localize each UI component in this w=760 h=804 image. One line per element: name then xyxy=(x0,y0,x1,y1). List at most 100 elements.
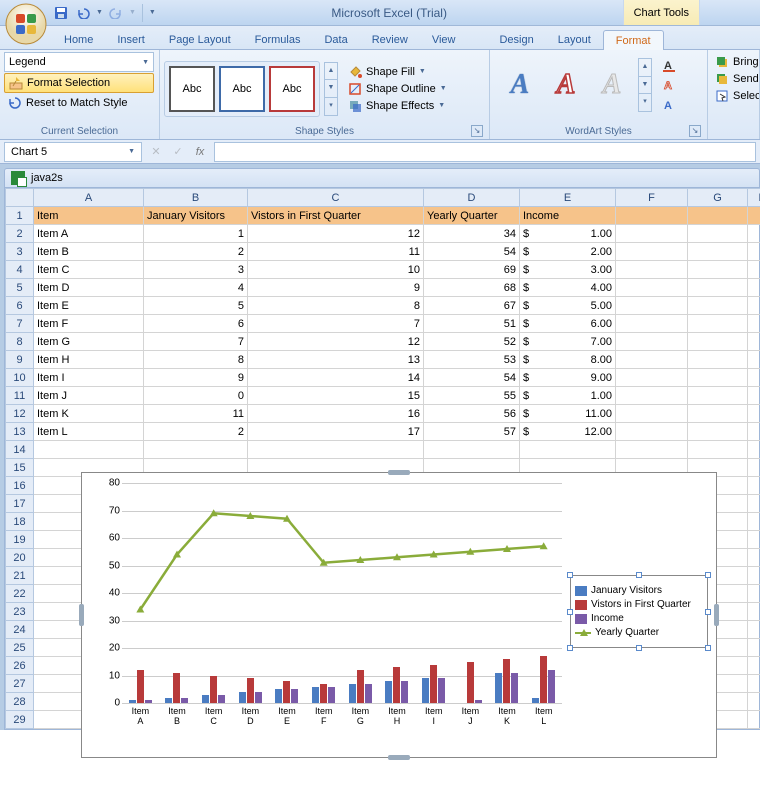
cell[interactable]: Item K xyxy=(34,405,144,423)
dialog-launcher-icon[interactable]: ↘ xyxy=(689,125,701,137)
x-axis[interactable]: ItemAItemBItemCItemDItemEItemFItemGItemH… xyxy=(122,707,562,727)
row-header[interactable]: 22 xyxy=(6,585,34,603)
undo-dropdown[interactable]: ▼ xyxy=(96,9,103,16)
embedded-chart[interactable]: 01020304050607080 ItemAItemBItemCItemDIt… xyxy=(81,472,717,758)
wordart-style-1[interactable]: A xyxy=(498,63,542,107)
cell-H1[interactable] xyxy=(748,207,760,225)
row-header[interactable]: 26 xyxy=(6,657,34,675)
shape-style-1[interactable]: Abc xyxy=(169,66,215,112)
row-header[interactable]: 13 xyxy=(6,423,34,441)
tab-design[interactable]: Design xyxy=(487,30,545,49)
legend-entry[interactable]: January Visitors xyxy=(575,585,703,596)
row-header[interactable]: 2 xyxy=(6,225,34,243)
tab-layout[interactable]: Layout xyxy=(546,30,603,49)
bring-forward-button[interactable]: Bring xyxy=(714,54,760,70)
cell[interactable]: Item L xyxy=(34,423,144,441)
formula-input[interactable] xyxy=(214,142,756,162)
cell[interactable]: Item H xyxy=(34,351,144,369)
cell[interactable]: 14 xyxy=(248,369,424,387)
cell[interactable]: 54 xyxy=(424,243,520,261)
send-backward-button[interactable]: Send xyxy=(714,71,760,87)
wordart-style-3[interactable]: A xyxy=(590,63,634,107)
cell[interactable]: 6 xyxy=(144,315,248,333)
undo-icon[interactable] xyxy=(74,4,92,22)
row-header[interactable]: 20 xyxy=(6,549,34,567)
cell[interactable]: $1.00 xyxy=(520,225,616,243)
cell[interactable]: 3 xyxy=(144,261,248,279)
row-header[interactable]: 1 xyxy=(6,207,34,225)
row-header[interactable]: 8 xyxy=(6,333,34,351)
cell[interactable]: 57 xyxy=(424,423,520,441)
shape-fill-button[interactable]: Shape Fill ▼ xyxy=(346,64,449,80)
col-header-G[interactable]: G xyxy=(688,189,748,207)
legend-entry[interactable]: Vistors in First Quarter xyxy=(575,599,703,610)
cell[interactable]: 54 xyxy=(424,369,520,387)
cell-C1[interactable]: Vistors in First Quarter xyxy=(248,207,424,225)
office-button[interactable] xyxy=(4,2,48,46)
row-header[interactable]: 15 xyxy=(6,459,34,477)
tab-view[interactable]: View xyxy=(420,30,468,49)
cell[interactable]: Item B xyxy=(34,243,144,261)
cell-A1[interactable]: Item xyxy=(34,207,144,225)
cell[interactable]: $4.00 xyxy=(520,279,616,297)
col-header-B[interactable]: B xyxy=(144,189,248,207)
cell[interactable]: 11 xyxy=(248,243,424,261)
cell-F1[interactable] xyxy=(616,207,688,225)
cell[interactable]: $1.00 xyxy=(520,387,616,405)
row-header[interactable]: 17 xyxy=(6,495,34,513)
tab-insert[interactable]: Insert xyxy=(105,30,157,49)
cell[interactable]: 69 xyxy=(424,261,520,279)
chart-element-selector[interactable]: Legend▼ xyxy=(4,52,154,72)
row-header[interactable]: 24 xyxy=(6,621,34,639)
cell[interactable]: 52 xyxy=(424,333,520,351)
shape-style-2[interactable]: Abc xyxy=(219,66,265,112)
dialog-launcher-icon[interactable]: ↘ xyxy=(471,125,483,137)
col-header-A[interactable]: A xyxy=(34,189,144,207)
cell[interactable]: 10 xyxy=(248,261,424,279)
cell[interactable]: 7 xyxy=(144,333,248,351)
cell[interactable]: 9 xyxy=(144,369,248,387)
shape-outline-button[interactable]: Shape Outline ▼ xyxy=(346,81,449,97)
cell[interactable]: 8 xyxy=(144,351,248,369)
row-header[interactable]: 18 xyxy=(6,513,34,531)
col-header-E[interactable]: E xyxy=(520,189,616,207)
cell[interactable]: Item C xyxy=(34,261,144,279)
cell[interactable]: $3.00 xyxy=(520,261,616,279)
cell[interactable]: $8.00 xyxy=(520,351,616,369)
cell[interactable]: 12 xyxy=(248,333,424,351)
cell[interactable]: Item J xyxy=(34,387,144,405)
cell[interactable]: $12.00 xyxy=(520,423,616,441)
row-header[interactable]: 29 xyxy=(6,711,34,729)
y-axis[interactable]: 01020304050607080 xyxy=(102,483,122,703)
wordart-style-2[interactable]: A xyxy=(544,63,588,107)
shape-effects-button[interactable]: Shape Effects ▼ xyxy=(346,98,449,114)
cell-B1[interactable]: January Visitors xyxy=(144,207,248,225)
workbook-caption[interactable]: java2s xyxy=(4,168,760,188)
save-icon[interactable] xyxy=(52,4,70,22)
col-header-F[interactable]: F xyxy=(616,189,688,207)
cell[interactable]: 9 xyxy=(248,279,424,297)
cell[interactable]: 53 xyxy=(424,351,520,369)
cell[interactable]: 55 xyxy=(424,387,520,405)
cell[interactable]: 2 xyxy=(144,243,248,261)
row-header[interactable]: 14 xyxy=(6,441,34,459)
cell[interactable]: $6.00 xyxy=(520,315,616,333)
cell[interactable]: $7.00 xyxy=(520,333,616,351)
cell[interactable]: 0 xyxy=(144,387,248,405)
cell[interactable]: $2.00 xyxy=(520,243,616,261)
cell[interactable]: Item E xyxy=(34,297,144,315)
cancel-icon[interactable]: ✕ xyxy=(148,145,164,158)
cell[interactable]: 67 xyxy=(424,297,520,315)
cell-G1[interactable] xyxy=(688,207,748,225)
row-header[interactable]: 19 xyxy=(6,531,34,549)
cell[interactable]: 2 xyxy=(144,423,248,441)
fx-icon[interactable]: fx xyxy=(192,146,208,158)
redo-icon[interactable] xyxy=(107,4,125,22)
row-header[interactable]: 7 xyxy=(6,315,34,333)
row-header[interactable]: 23 xyxy=(6,603,34,621)
cell[interactable]: Item D xyxy=(34,279,144,297)
text-effects-button[interactable]: A xyxy=(660,96,678,114)
row-header[interactable]: 28 xyxy=(6,693,34,711)
row-header[interactable]: 16 xyxy=(6,477,34,495)
reset-match-style-button[interactable]: Reset to Match Style xyxy=(4,94,154,112)
